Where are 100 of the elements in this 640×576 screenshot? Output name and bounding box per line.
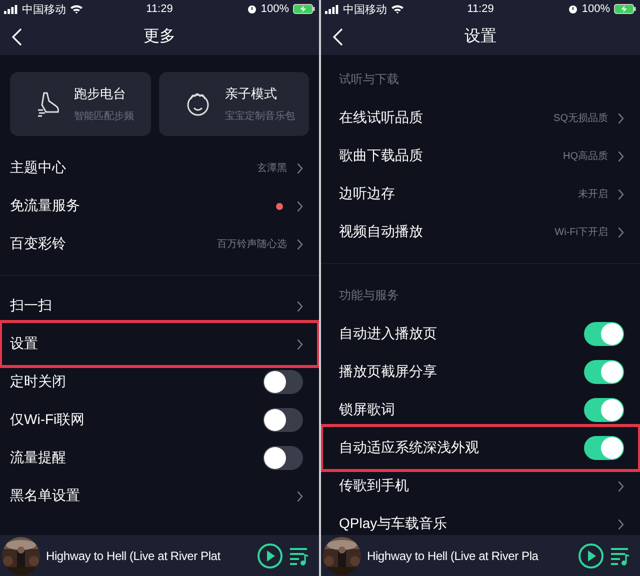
settings-row[interactable]: 边听边存 未开启 [321,175,640,213]
row-label: 在线试听品质 [339,109,424,127]
settings-row[interactable]: 免流量服务 [0,187,319,225]
wifi-icon [70,4,83,14]
chevron-icon [618,150,624,162]
toggle-switch[interactable] [263,408,303,432]
settings-row[interactable]: 定时关闭 [0,363,319,401]
settings-row[interactable]: 歌曲下载品质 HQ高品质 [321,137,640,175]
settings-row[interactable]: 流量提醒 [0,439,319,477]
chevron-icon [618,188,624,200]
row-label: 主题中心 [10,159,67,177]
row-label: 歌曲下载品质 [339,147,424,165]
feature-card[interactable]: 亲子模式 宝宝定制音乐包 [159,72,309,136]
row-value: HQ高品质 [563,150,608,163]
row-label: 免流量服务 [10,197,81,215]
row-value: 玄潭黑 [257,162,287,175]
row-label: 视频自动播放 [339,223,424,241]
chevron-icon [297,238,303,250]
carrier-name: 中国移动 [22,2,66,16]
mini-player[interactable]: Highway to Hell (Live at River Pla [321,535,640,576]
back-icon[interactable] [333,28,343,46]
battery-percent: 100% [260,3,289,15]
wifi-icon [391,4,404,14]
running-shoe-icon [36,91,60,117]
section-heading: 功能与服务 [339,286,399,304]
alarm-icon [246,4,257,14]
play-icon[interactable] [578,542,604,568]
settings-row[interactable]: 扫一扫 [0,287,319,325]
feature-card[interactable]: 跑步电台 智能匹配步频 [10,72,151,136]
row-label: 传歌到手机 [339,477,410,495]
toggle-switch[interactable] [584,398,624,422]
chevron-icon [297,162,303,174]
card-title: 亲子模式 [225,85,278,103]
back-icon[interactable] [12,28,22,46]
settings-row[interactable]: 设置 [4,325,315,363]
row-label: 自动适应系统深浅外观 [339,439,480,457]
settings-row[interactable]: QPlay与车载音乐 [321,505,640,535]
clock-time: 11:29 [467,3,494,15]
section-heading: 试听与下载 [339,70,399,88]
row-value: 百万铃声随心选 [217,238,287,251]
settings-row[interactable]: 锁屏歌词 [321,391,640,429]
chevron-icon [618,112,624,124]
chevron-icon [297,200,303,212]
battery-icon [614,4,636,14]
toggle-switch[interactable] [584,360,624,384]
chevron-icon [297,490,303,502]
track-title: Highway to Hell (Live at River Plat [46,548,222,562]
settings-row[interactable]: 在线试听品质 SQ无损品质 [321,99,640,137]
chevron-icon [618,518,624,530]
row-value: Wi-Fi下开启 [554,226,608,239]
track-title: Highway to Hell (Live at River Pla [367,548,540,562]
settings-row[interactable]: 百变彩铃 百万铃声随心选 [0,225,319,263]
toggle-switch[interactable] [263,446,303,470]
row-label: 百变彩铃 [10,235,67,253]
playlist-icon[interactable] [289,546,309,566]
settings-row[interactable]: 传歌到手机 [321,467,640,505]
page-title: 更多 [144,27,176,47]
page-title: 设置 [464,27,496,47]
row-label: 定时关闭 [10,373,67,391]
chevron-icon [618,226,624,238]
toggle-switch[interactable] [584,436,624,460]
alarm-icon [568,4,578,14]
row-label: 边听边存 [339,185,396,203]
toggle-switch[interactable] [263,370,303,394]
row-value: 未开启 [578,188,608,201]
row-value: SQ无损品质 [554,112,608,125]
signal-icon [325,4,339,14]
chevron-icon [297,338,303,350]
clock-time: 11:29 [146,3,173,15]
play-icon[interactable] [257,542,283,568]
toggle-switch[interactable] [584,322,624,346]
row-label: 流量提醒 [10,449,67,467]
card-subtitle: 宝宝定制音乐包 [225,110,295,123]
signal-icon [4,4,18,14]
carrier-name: 中国移动 [343,2,387,16]
card-subtitle: 智能匹配步频 [74,110,134,123]
battery-percent: 100% [582,3,610,15]
chevron-icon [618,480,624,492]
chevron-icon [297,300,303,312]
child-smiley-icon [185,91,211,117]
row-label: 设置 [10,335,39,353]
row-label: 黑名单设置 [10,487,81,505]
settings-row[interactable]: 视频自动播放 Wi-Fi下开启 [321,213,640,251]
settings-row[interactable]: 仅Wi-Fi联网 [0,401,319,439]
settings-row[interactable]: 黑名单设置 [0,477,319,515]
row-label: 自动进入播放页 [339,325,438,343]
card-title: 跑步电台 [74,85,127,103]
row-label: 锁屏歌词 [339,401,396,419]
row-label: QPlay与车载音乐 [339,515,448,533]
settings-row[interactable]: 自动适应系统深浅外观 [325,429,636,467]
row-label: 扫一扫 [10,297,53,315]
settings-row[interactable]: 播放页截屏分享 [321,353,640,391]
mini-player[interactable]: Highway to Hell (Live at River Plat [0,535,319,576]
settings-row[interactable]: 自动进入播放页 [321,315,640,353]
row-label: 仅Wi-Fi联网 [10,411,86,429]
playlist-icon[interactable] [610,546,630,566]
notification-dot [276,202,283,210]
battery-icon [293,4,315,14]
row-label: 播放页截屏分享 [339,363,438,381]
settings-row[interactable]: 主题中心 玄潭黑 [0,149,319,187]
